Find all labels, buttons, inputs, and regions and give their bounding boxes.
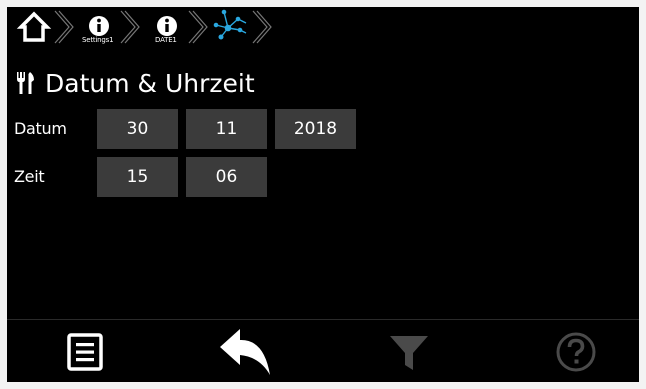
- date-month-field[interactable]: 11: [186, 109, 267, 149]
- info-icon: [89, 16, 109, 36]
- menu-button[interactable]: [25, 320, 145, 382]
- page-title: Datum & Uhrzeit: [45, 68, 255, 98]
- breadcrumb-item-settings1[interactable]: Settings1: [73, 7, 143, 61]
- device-screen: Settings1 DATE1 Datum & Uhrzeit Datum 30…: [7, 7, 639, 382]
- breadcrumb-label: DATE1: [155, 36, 177, 44]
- time-minute-field[interactable]: 06: [186, 157, 267, 197]
- tools-icon: [17, 72, 34, 94]
- date-label: Datum: [14, 119, 67, 138]
- filter-icon: [390, 335, 428, 370]
- help-icon: [556, 332, 596, 371]
- breadcrumb: Settings1 DATE1: [7, 7, 639, 61]
- info-icon: [157, 16, 177, 36]
- home-icon: [16, 10, 74, 44]
- date-day-field[interactable]: 30: [97, 109, 178, 149]
- breadcrumb-item-date1[interactable]: DATE1: [141, 7, 211, 61]
- breadcrumb-item-current[interactable]: [207, 7, 277, 47]
- page-title-row: Datum & Uhrzeit: [15, 65, 255, 101]
- undo-arrow-icon: [220, 328, 270, 375]
- date-year-field[interactable]: 2018: [275, 109, 356, 149]
- help-button[interactable]: [516, 320, 636, 382]
- bottom-toolbar: [7, 319, 639, 382]
- time-label: Zeit: [14, 167, 45, 186]
- menu-list-icon: [67, 332, 103, 371]
- breadcrumb-label: Settings1: [82, 36, 114, 44]
- network-icon: [213, 9, 247, 40]
- back-button[interactable]: [185, 320, 305, 382]
- breadcrumb-home[interactable]: [7, 7, 77, 47]
- filter-button[interactable]: [349, 320, 469, 382]
- time-hour-field[interactable]: 15: [97, 157, 178, 197]
